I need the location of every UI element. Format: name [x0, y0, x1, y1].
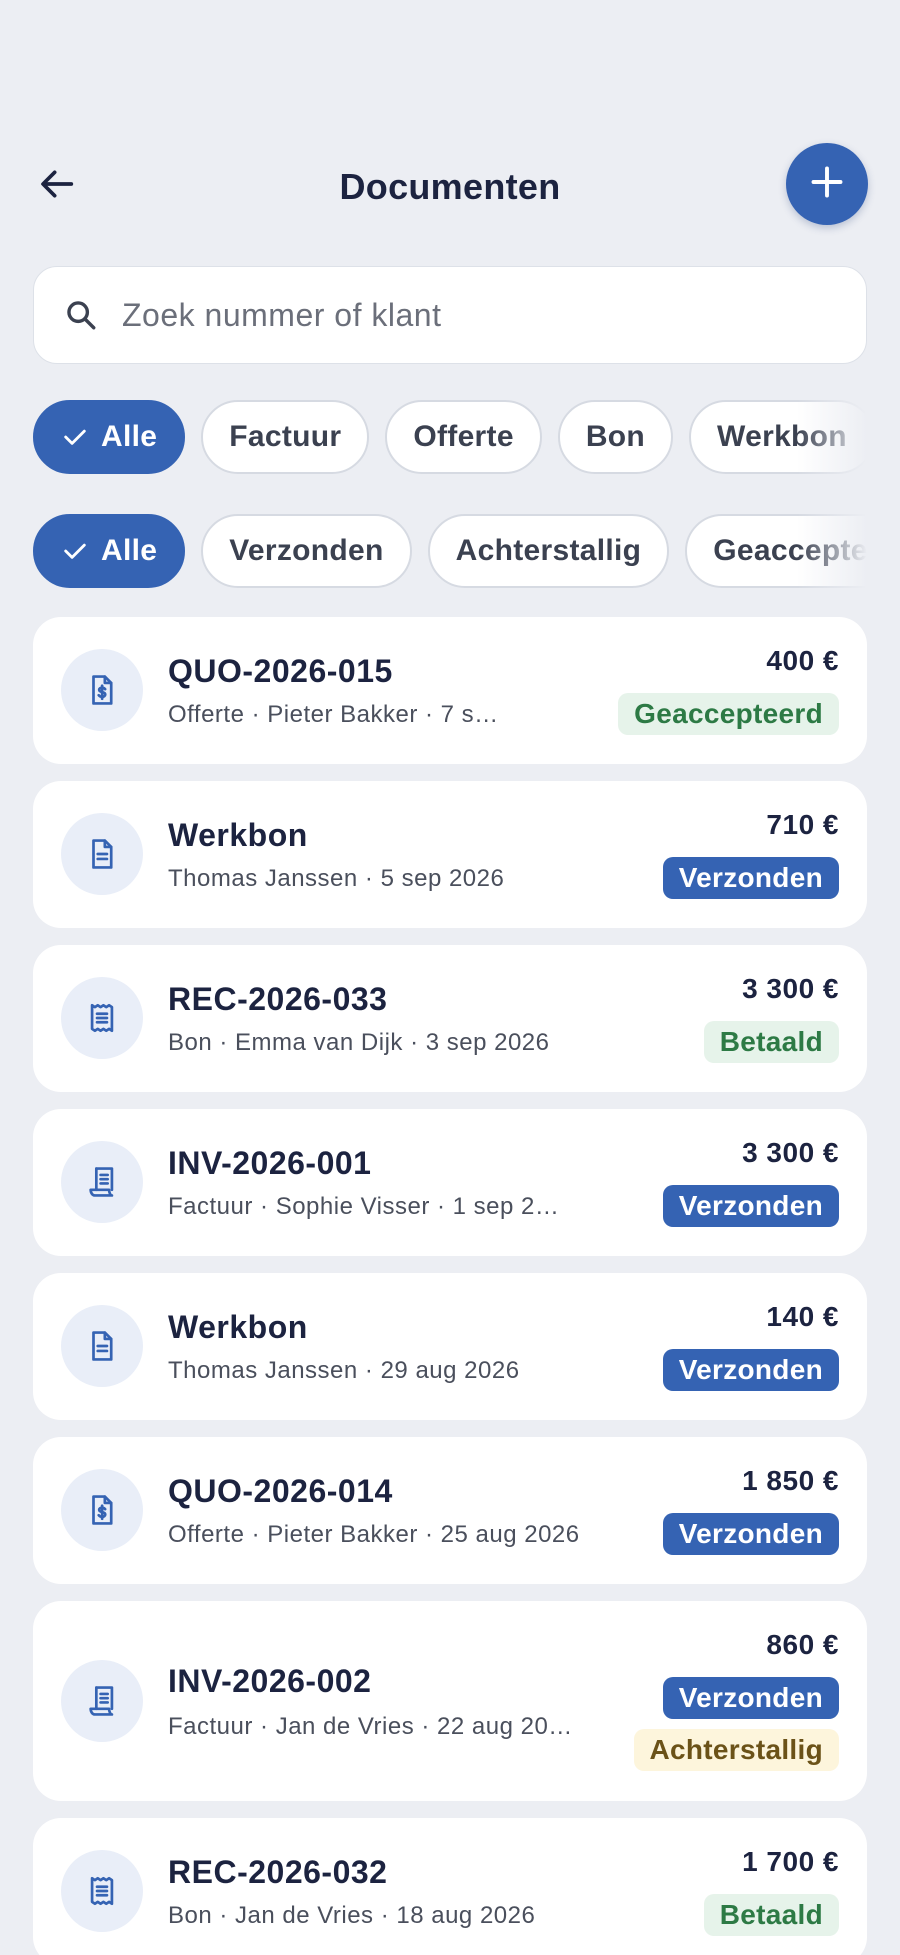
document-number: QUO-2026-015 — [168, 653, 393, 689]
chip-label: Factuur — [229, 420, 342, 453]
type-filter-factuur[interactable]: Factuur — [201, 400, 370, 474]
check-icon — [61, 423, 89, 451]
type-filter-bon[interactable]: Bon — [557, 400, 674, 474]
document-details: Offerte · Pieter Bakker · 25 aug 2026 — [168, 1521, 580, 1548]
chip-label: Verzonden — [229, 534, 384, 567]
document-card[interactable]: Werkbon Thomas Janssen · 5 sep 2026 710 … — [33, 781, 867, 928]
document-number: REC-2026-033 — [168, 981, 388, 1017]
document-details: Offerte · Pieter Bakker · 7 sep 2… — [168, 701, 508, 728]
document-list: QUO-2026-015 Offerte · Pieter Bakker · 7… — [33, 617, 867, 1955]
type-filter-werkbon[interactable]: Werkbon — [689, 400, 867, 474]
document-icon — [61, 1305, 143, 1387]
chip-label: Alle — [101, 534, 158, 567]
document-amount: 3 300 € — [742, 973, 839, 1004]
check-icon — [61, 537, 89, 565]
document-amount: 3 300 € — [742, 1137, 839, 1168]
document-number: QUO-2026-014 — [168, 1473, 393, 1509]
type-filter-row: Alle Factuur Offerte Bon Werkbon — [33, 400, 867, 476]
document-number: REC-2026-032 — [168, 1854, 388, 1890]
header: Documenten — [0, 140, 900, 230]
chip-label: Offerte — [413, 420, 514, 453]
quote-dollar-icon — [61, 1469, 143, 1551]
documents-screen: Documenten Alle Factuur Offer — [0, 0, 900, 1955]
document-card[interactable]: INV-2026-001 Factuur · Sophie Visser · 1… — [33, 1109, 867, 1256]
status-badge: Geaccepteerd — [618, 693, 839, 735]
chip-label: Werkbon — [717, 420, 847, 453]
quote-dollar-icon — [61, 649, 143, 731]
page-title: Documenten — [339, 166, 561, 207]
receipt-icon — [61, 977, 143, 1059]
document-card[interactable]: QUO-2026-015 Offerte · Pieter Bakker · 7… — [33, 617, 867, 764]
plus-icon — [809, 164, 845, 205]
document-details: Thomas Janssen · 29 aug 2026 — [168, 1357, 520, 1384]
status-badge: Verzonden — [662, 1185, 839, 1227]
status-filter-achterstallig[interactable]: Achterstallig — [427, 514, 670, 588]
document-icon — [61, 813, 143, 895]
document-amount: 860 € — [766, 1629, 839, 1660]
invoice-icon — [61, 1141, 143, 1223]
document-number: Werkbon — [168, 1309, 308, 1345]
document-number: INV-2026-001 — [168, 1145, 372, 1181]
search-input[interactable] — [122, 296, 802, 334]
document-card[interactable]: REC-2026-033 Bon · Emma van Dijk · 3 sep… — [33, 945, 867, 1092]
status-badge: Verzonden — [662, 1349, 839, 1391]
document-details: Thomas Janssen · 5 sep 2026 — [168, 865, 505, 892]
status-filter-verzonden[interactable]: Verzonden — [201, 514, 412, 588]
document-amount: 710 € — [766, 809, 839, 840]
chip-label: Bon — [585, 420, 646, 453]
type-filter-offerte[interactable]: Offerte — [385, 400, 542, 474]
status-badge: Verzonden — [662, 1677, 839, 1719]
document-amount: 140 € — [766, 1301, 839, 1332]
chip-label: Geaccepteerd — [713, 534, 867, 567]
overdue-badge: Achterstallig — [633, 1729, 839, 1771]
document-details: Bon · Emma van Dijk · 3 sep 2026 — [168, 1029, 550, 1056]
status-filter-geaccepteerd[interactable]: Geaccepteerd — [685, 514, 867, 588]
document-details: Bon · Jan de Vries · 18 aug 2026 — [168, 1902, 536, 1929]
document-number: INV-2026-002 — [168, 1663, 372, 1699]
invoice-icon — [61, 1660, 143, 1742]
status-badge: Betaald — [703, 1021, 839, 1063]
document-details: Factuur · Jan de Vries · 22 aug 20… — [168, 1713, 573, 1740]
document-card[interactable]: Werkbon Thomas Janssen · 29 aug 2026 140… — [33, 1273, 867, 1420]
document-details: Factuur · Sophie Visser · 1 sep 2026 — [168, 1193, 568, 1220]
search-icon — [64, 297, 100, 333]
document-amount: 1 850 € — [742, 1465, 839, 1496]
status-badge: Betaald — [703, 1894, 839, 1936]
status-badge: Verzonden — [662, 857, 839, 899]
status-badge: Verzonden — [662, 1513, 839, 1555]
document-number: Werkbon — [168, 817, 308, 853]
status-filter-row: Alle Verzonden Achterstallig Geaccepteer… — [33, 514, 867, 590]
document-card[interactable]: INV-2026-002 Factuur · Jan de Vries · 22… — [33, 1601, 867, 1801]
add-document-button[interactable] — [786, 143, 868, 225]
type-filter-all[interactable]: Alle — [33, 400, 186, 474]
document-amount: 1 700 € — [742, 1846, 839, 1877]
chip-label: Alle — [101, 420, 158, 453]
document-card[interactable]: QUO-2026-014 Offerte · Pieter Bakker · 2… — [33, 1437, 867, 1584]
document-amount: 400 € — [766, 645, 839, 676]
search-bar[interactable] — [33, 266, 867, 364]
chip-label: Achterstallig — [455, 534, 642, 567]
document-card[interactable]: REC-2026-032 Bon · Jan de Vries · 18 aug… — [33, 1818, 867, 1955]
receipt-icon — [61, 1850, 143, 1932]
status-filter-all[interactable]: Alle — [33, 514, 186, 588]
